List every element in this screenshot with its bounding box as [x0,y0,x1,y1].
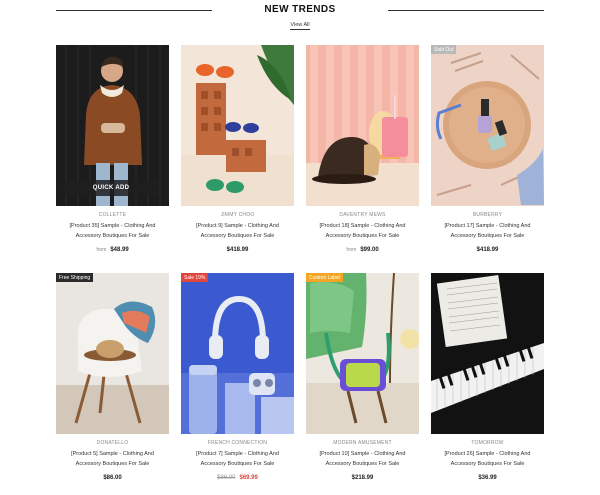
product-title-line[interactable]: [Product 18] Sample - Clothing And [306,221,419,231]
product-title[interactable]: [Product 5] Sample - Clothing And Access… [56,449,169,469]
price-from-label: from [96,247,107,253]
section-header: NEW TRENDS View All [0,0,600,40]
badge-sale: Sale 19% [181,273,209,282]
price-value: $36.99 [478,475,497,481]
product-vendor[interactable]: BURBERRY [431,212,544,218]
product-title[interactable]: [Product 18] Sample - Clothing And Acces… [306,221,419,241]
product-card[interactable]: TOMORROW [Product 26] Sample - Clothing … [431,273,544,481]
product-title-line[interactable]: [Product 5] Sample - Clothing And [56,449,169,459]
product-title-line[interactable]: Accessory Boutiques For Sale [306,231,419,241]
product-vendor[interactable]: DONATELLO [56,440,169,446]
product-title[interactable]: [Product 17] Sample - Clothing And Acces… [431,221,544,241]
product-image[interactable]: Custom Label [306,273,419,434]
product-vendor[interactable]: TOMORROW [431,440,544,446]
product-title[interactable]: [Product 10] Sample - Clothing And Acces… [306,449,419,469]
product-title-line[interactable]: Accessory Boutiques For Sale [306,459,419,469]
product-image[interactable] [181,45,294,206]
product-image[interactable] [306,45,419,206]
product-card[interactable]: Free Shipping DONATELLO [Product 5] Samp… [56,273,169,481]
product-image[interactable]: QUICK ADD [56,45,169,206]
product-title[interactable]: [Product 7] Sample - Clothing And Access… [181,449,294,469]
product-title-line[interactable]: [Product 17] Sample - Clothing And [431,221,544,231]
sale-price: $69.99 [239,475,258,481]
price-value: $418.99 [476,247,499,253]
view-all-wrapper: View All [0,22,600,30]
product-image[interactable]: Sale 19% [181,273,294,434]
product-title-line[interactable]: [Product 7] Sample - Clothing And [181,449,294,459]
price-value: $99.00 [360,247,379,253]
product-vendor[interactable]: JIMMY CHOO [181,212,294,218]
badge-free-shipping: Free Shipping [56,273,94,282]
product-image[interactable] [431,273,544,434]
product-title-line[interactable]: Accessory Boutiques For Sale [56,459,169,469]
product-photo-sunglasses-bricks [181,45,294,206]
product-price: $86.00 $69.99 [181,475,294,481]
quick-add-button[interactable]: QUICK ADD [63,180,159,196]
product-photo-nail-polish [431,45,544,206]
product-title[interactable]: [Product 26] Sample - Clothing And Acces… [431,449,544,469]
product-title-line[interactable]: Accessory Boutiques For Sale [431,231,544,241]
title-rule-right [388,10,544,11]
product-photo-piano [431,273,544,434]
product-photo-headphones [181,273,294,434]
product-price: $36.99 [431,475,544,481]
compare-at-price: $86.00 [217,475,236,481]
product-card[interactable]: Custom Label MODERN AMUSEMENT [Product 1… [306,273,419,481]
price-value: $218.99 [351,475,374,481]
price-value: $86.00 [103,475,122,481]
product-title-line[interactable]: [Product 26] Sample - Clothing And [431,449,544,459]
product-title-line[interactable]: Accessory Boutiques For Sale [181,459,294,469]
product-price: from $48.99 [56,247,169,253]
product-card[interactable]: Sold Out BURBERRY [Product 17] Sample - … [431,45,544,253]
product-title-line[interactable]: [Product 9] Sample - Clothing And [181,221,294,231]
product-price: $86.00 [56,475,169,481]
product-photo-chair-hat [56,273,169,434]
badge-custom-label: Custom Label [306,273,343,282]
product-title[interactable]: [Product 9] Sample - Clothing And Access… [181,221,294,241]
price-value: $418.99 [226,247,249,253]
product-title-line[interactable]: [Product 10] Sample - Clothing And [306,449,419,459]
badge-sold-out: Sold Out [431,45,457,54]
product-image[interactable]: Free Shipping [56,273,169,434]
product-photo-green-bag [306,273,419,434]
product-price: from $99.00 [306,247,419,253]
product-image[interactable]: Sold Out [431,45,544,206]
product-price: $218.99 [306,475,419,481]
product-card[interactable]: DAVENTRY MEWS [Product 18] Sample - Clot… [306,45,419,253]
product-title-line[interactable]: Accessory Boutiques For Sale [431,459,544,469]
product-title[interactable]: [Product 35] Sample - Clothing And Acces… [56,221,169,241]
product-photo-cap-cup [306,45,419,206]
product-vendor[interactable]: MODERN AMUSEMENT [306,440,419,446]
price-from-label: from [346,247,357,253]
price-value: $48.99 [110,247,129,253]
product-title-line[interactable]: Accessory Boutiques For Sale [181,231,294,241]
product-title-line[interactable]: [Product 35] Sample - Clothing And [56,221,169,231]
product-vendor[interactable]: COLLETTE [56,212,169,218]
view-all-link[interactable]: View All [290,22,310,30]
product-price: $418.99 [431,247,544,253]
product-vendor[interactable]: FRENCH CONNECTION [181,440,294,446]
product-price: $418.99 [181,247,294,253]
product-title-line[interactable]: Accessory Boutiques For Sale [56,231,169,241]
product-card[interactable]: QUICK ADD COLLETTE [Product 35] Sample -… [56,45,169,253]
product-card[interactable]: JIMMY CHOO [Product 9] Sample - Clothing… [181,45,294,253]
product-card[interactable]: Sale 19% FRENCH CONNECTION [Product 7] S… [181,273,294,481]
product-vendor[interactable]: DAVENTRY MEWS [306,212,419,218]
